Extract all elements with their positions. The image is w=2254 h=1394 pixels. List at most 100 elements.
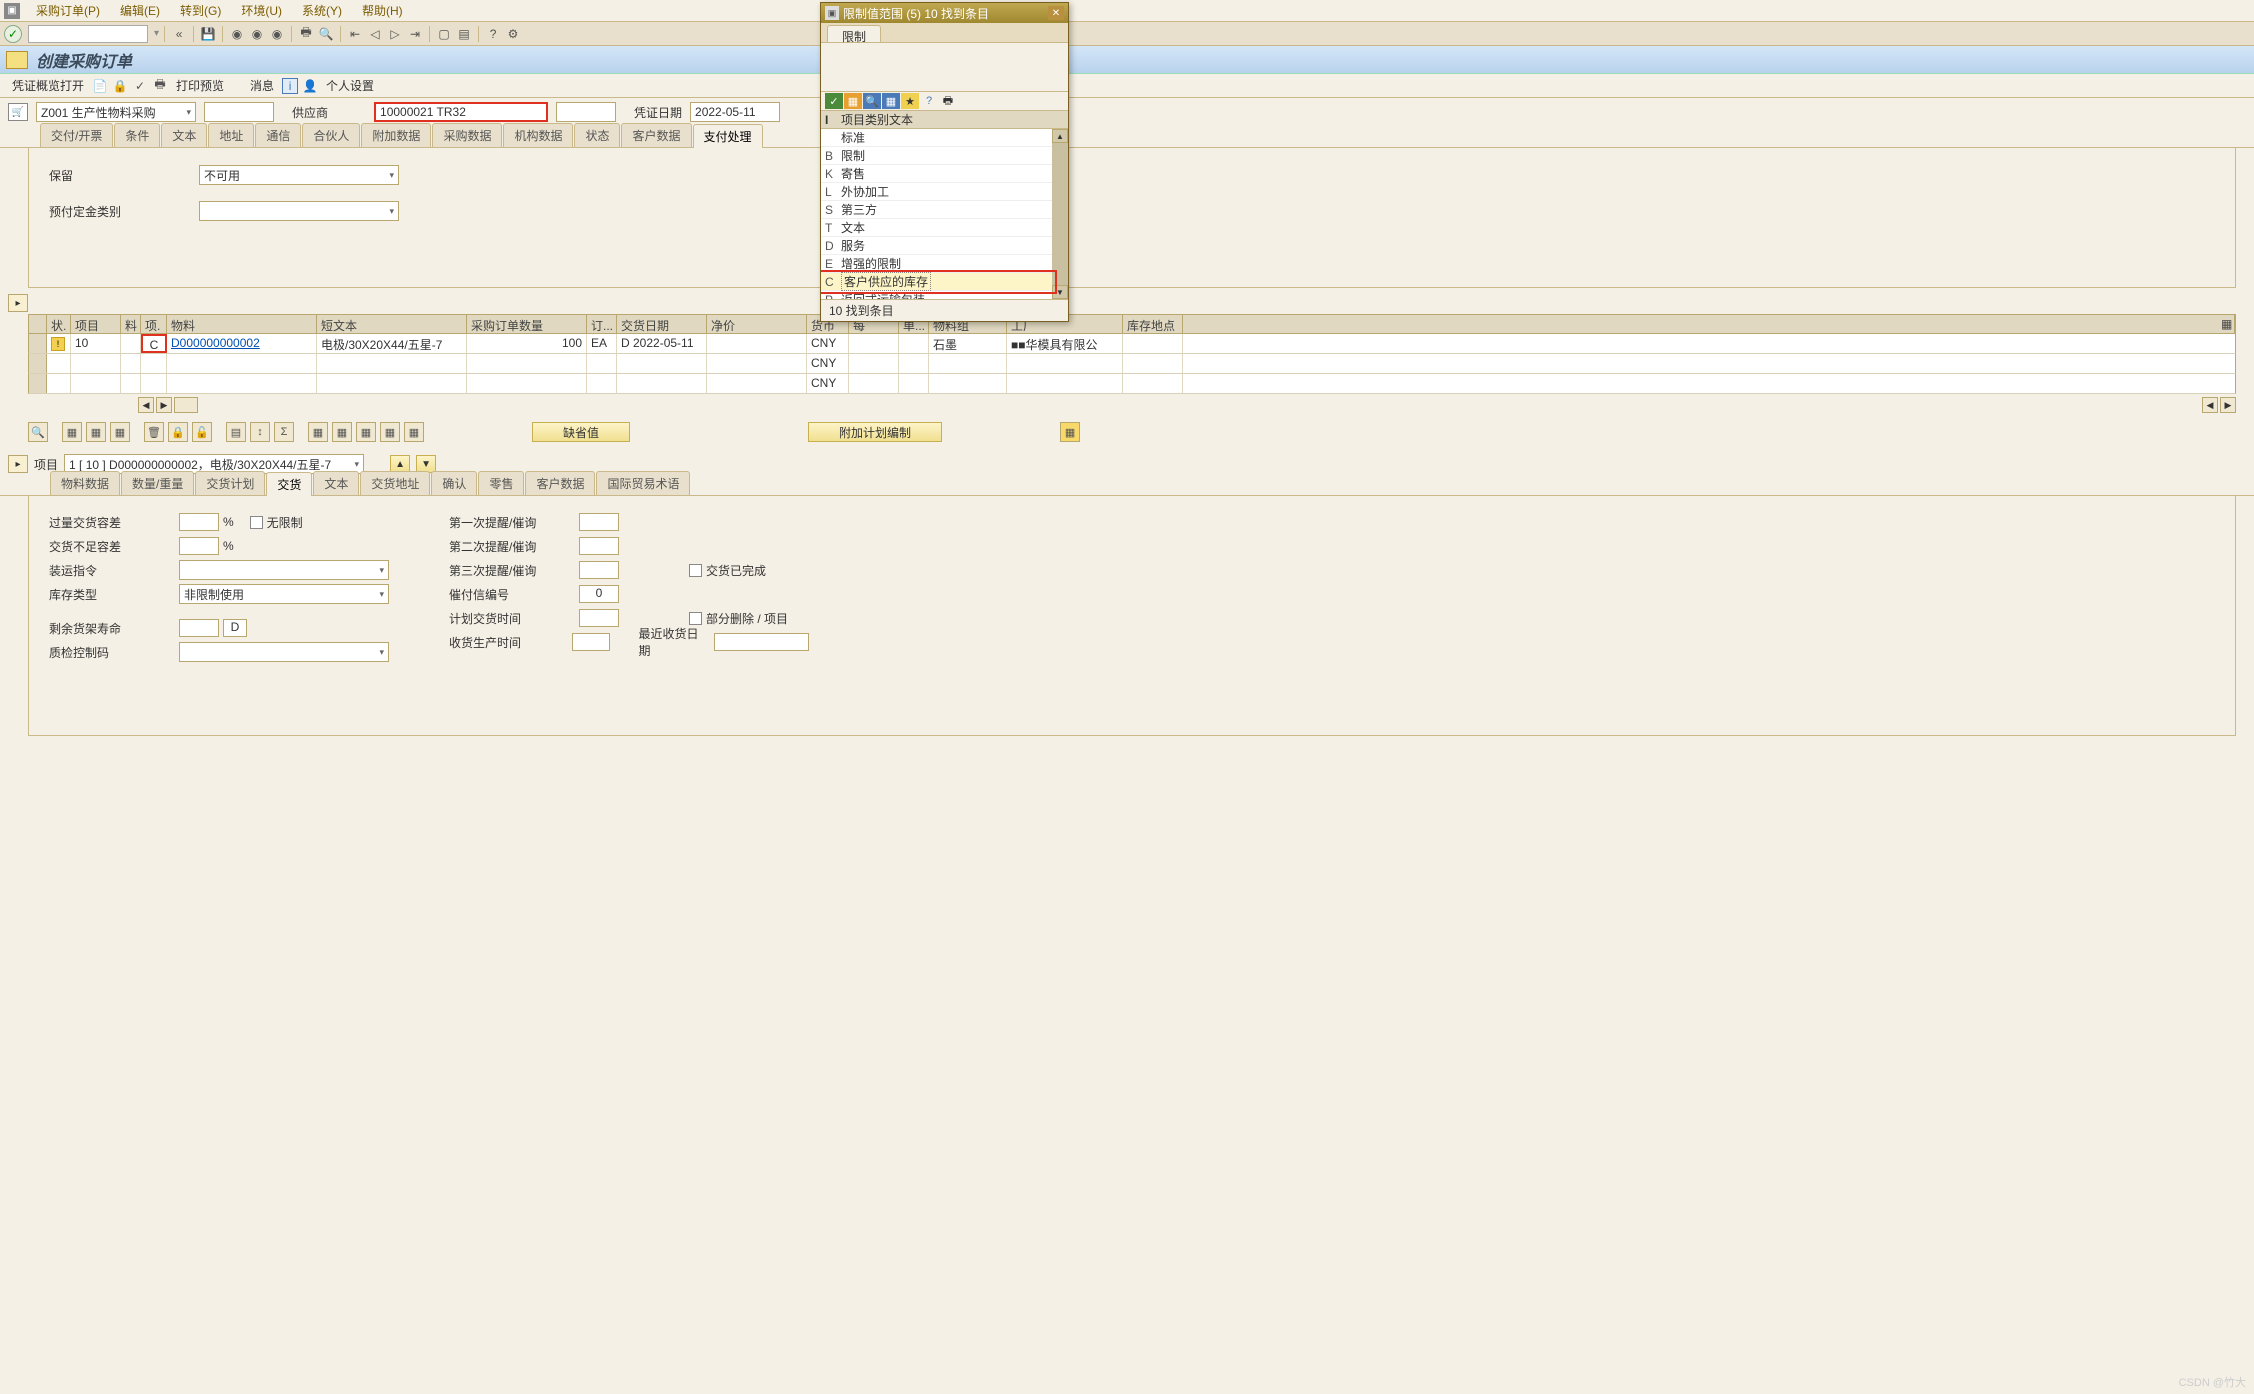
back2-icon[interactable]: ◉	[228, 25, 246, 43]
more-icon[interactable]: ▦	[356, 422, 376, 442]
lock-icon[interactable]: 🔒	[168, 422, 188, 442]
expand-item-icon[interactable]: ▸	[8, 455, 28, 473]
popup-list-item[interactable]: C客户供应的库存	[821, 273, 1068, 291]
copy-icon[interactable]: ▦	[86, 422, 106, 442]
reminder1-field[interactable]	[579, 513, 619, 531]
grid-col-header[interactable]: 状.	[47, 315, 71, 333]
prev-page-icon[interactable]: ◁	[366, 25, 384, 43]
tab-conditions[interactable]: 条件	[114, 123, 160, 147]
last-page-icon[interactable]: ⇥	[406, 25, 424, 43]
shelflife-field[interactable]	[179, 619, 219, 637]
cart-icon[interactable]: 🛒	[8, 103, 28, 121]
new-session-icon[interactable]: ▢	[435, 25, 453, 43]
docdate-field[interactable]: 2022-05-11	[690, 102, 780, 122]
addl-planning-button[interactable]: 附加计划编制	[808, 422, 942, 442]
popup-list-item[interactable]: S第三方	[821, 201, 1068, 219]
reminder3-field[interactable]	[579, 561, 619, 579]
vendor-extra-field[interactable]	[556, 102, 616, 122]
layout-icon2[interactable]: ▦	[380, 422, 400, 442]
grid-col-header[interactable]: 采购订单数量	[467, 315, 587, 333]
enter-button[interactable]: ✓	[4, 25, 22, 43]
scroll-right2-icon[interactable]: ▶	[2220, 397, 2236, 413]
tab-purchase-data[interactable]: 采购数据	[432, 123, 502, 147]
popup-tool3-icon[interactable]: ▦	[882, 93, 900, 109]
tab-additional-data[interactable]: 附加数据	[361, 123, 431, 147]
grid-col-header[interactable]: 库存地点	[1123, 315, 1183, 333]
settings-icon[interactable]: ⚙	[504, 25, 522, 43]
menu-edit[interactable]: 编辑(E)	[110, 0, 170, 21]
po-type-combo[interactable]: Z001 生产性物料采购▾	[36, 102, 196, 122]
menu-env[interactable]: 环境(U)	[231, 0, 292, 21]
excel-icon[interactable]: ▦	[308, 422, 328, 442]
hold-icon[interactable]: 🔒	[112, 78, 128, 94]
info-icon[interactable]: i	[282, 78, 298, 94]
filter-icon[interactable]: ▤	[226, 422, 246, 442]
downpayment-combo[interactable]: ▾	[199, 201, 399, 221]
scroll-left2-icon[interactable]: ◀	[2202, 397, 2218, 413]
popup-tool1-icon[interactable]: ▦	[844, 93, 862, 109]
popup-close-button[interactable]: ✕	[1048, 6, 1064, 20]
popup-print-icon[interactable]: 🖶	[939, 93, 957, 109]
print-preview-icon[interactable]: 🖶	[152, 78, 168, 94]
sort-icon[interactable]: ↕	[250, 422, 270, 442]
last-gr-field[interactable]	[714, 633, 809, 651]
tab-org-data[interactable]: 机构数据	[503, 123, 573, 147]
check-icon[interactable]: ✓	[132, 78, 148, 94]
overtol-field[interactable]	[179, 513, 219, 531]
popup-scrollbar[interactable]: ▲▼	[1052, 129, 1068, 299]
tab-texts[interactable]: 文本	[161, 123, 207, 147]
menu-goto[interactable]: 转到(G)	[170, 0, 231, 21]
reminder2-field[interactable]	[579, 537, 619, 555]
popup-list-item[interactable]: 标准	[821, 129, 1068, 147]
export-icon[interactable]: ▦	[332, 422, 352, 442]
stocktype-combo[interactable]: 非限制使用▾	[179, 584, 389, 604]
menu-help[interactable]: 帮助(H)	[352, 0, 413, 21]
popup-list-item[interactable]: T文本	[821, 219, 1068, 237]
grid-col-header[interactable]: 交货日期	[617, 315, 707, 333]
tab-delivery-invoice[interactable]: 交付/开票	[40, 123, 113, 147]
po-number-field[interactable]	[204, 102, 274, 122]
exit-icon[interactable]: ◉	[248, 25, 266, 43]
tab-address[interactable]: 地址	[208, 123, 254, 147]
back-icon[interactable]: «	[170, 25, 188, 43]
grid-col-header[interactable]: 净价	[707, 315, 807, 333]
tab-incoterms[interactable]: 国际贸易术语	[596, 471, 690, 495]
personal-settings-button[interactable]: 个人设置	[322, 75, 378, 96]
insert-icon[interactable]: ▦	[62, 422, 82, 442]
defaults-button[interactable]: 缺省值	[532, 422, 630, 442]
dunning-field[interactable]: 0	[579, 585, 619, 603]
personal-settings-icon[interactable]: 👤	[302, 78, 318, 94]
popup-list-item[interactable]: P返回式运输包装	[821, 291, 1068, 299]
grid-col-header[interactable]: 项目	[71, 315, 121, 333]
print-icon[interactable]: 🖶	[297, 25, 315, 43]
first-page-icon[interactable]: ⇤	[346, 25, 364, 43]
tab-customer-data[interactable]: 客户数据	[621, 123, 691, 147]
messages-button[interactable]: 消息	[246, 75, 278, 96]
popup-tool2-icon[interactable]: 🔍	[863, 93, 881, 109]
doc-overview-button[interactable]: 凭证概览打开	[8, 75, 88, 96]
grid-col-header[interactable]: 料	[121, 315, 141, 333]
sum-icon[interactable]: Σ	[274, 422, 294, 442]
table-row[interactable]: CNY	[28, 374, 2236, 394]
scroll-right-icon[interactable]: ▶	[156, 397, 172, 413]
tab-retail[interactable]: 零售	[478, 471, 524, 495]
tab-material-data[interactable]: 物料数据	[50, 471, 120, 495]
planned-deliv-field[interactable]	[579, 609, 619, 627]
table-row[interactable]: !10CD000000000002电极/30X20X44/五星-7100EAD …	[28, 334, 2236, 354]
popup-list-item[interactable]: D服务	[821, 237, 1068, 255]
popup-tab-restrict[interactable]: 限制	[827, 25, 881, 42]
rfq-icon[interactable]: ▦	[1060, 422, 1080, 442]
grid-col-header[interactable]: 物料	[167, 315, 317, 333]
layout-icon[interactable]: ▤	[455, 25, 473, 43]
command-field[interactable]	[28, 25, 148, 43]
tab-status[interactable]: 状态	[574, 123, 620, 147]
popup-tool4-icon[interactable]: ★	[901, 93, 919, 109]
tab-partners[interactable]: 合伙人	[302, 123, 360, 147]
tab-delivery-addr[interactable]: 交货地址	[360, 471, 430, 495]
scroll-left-icon[interactable]: ◀	[138, 397, 154, 413]
tab-qty-weight[interactable]: 数量/重量	[121, 471, 194, 495]
gr-proc-field[interactable]	[572, 633, 610, 651]
paste-icon[interactable]: ▦	[110, 422, 130, 442]
popup-list-item[interactable]: E增强的限制	[821, 255, 1068, 273]
tab-customer-data2[interactable]: 客户数据	[525, 471, 595, 495]
